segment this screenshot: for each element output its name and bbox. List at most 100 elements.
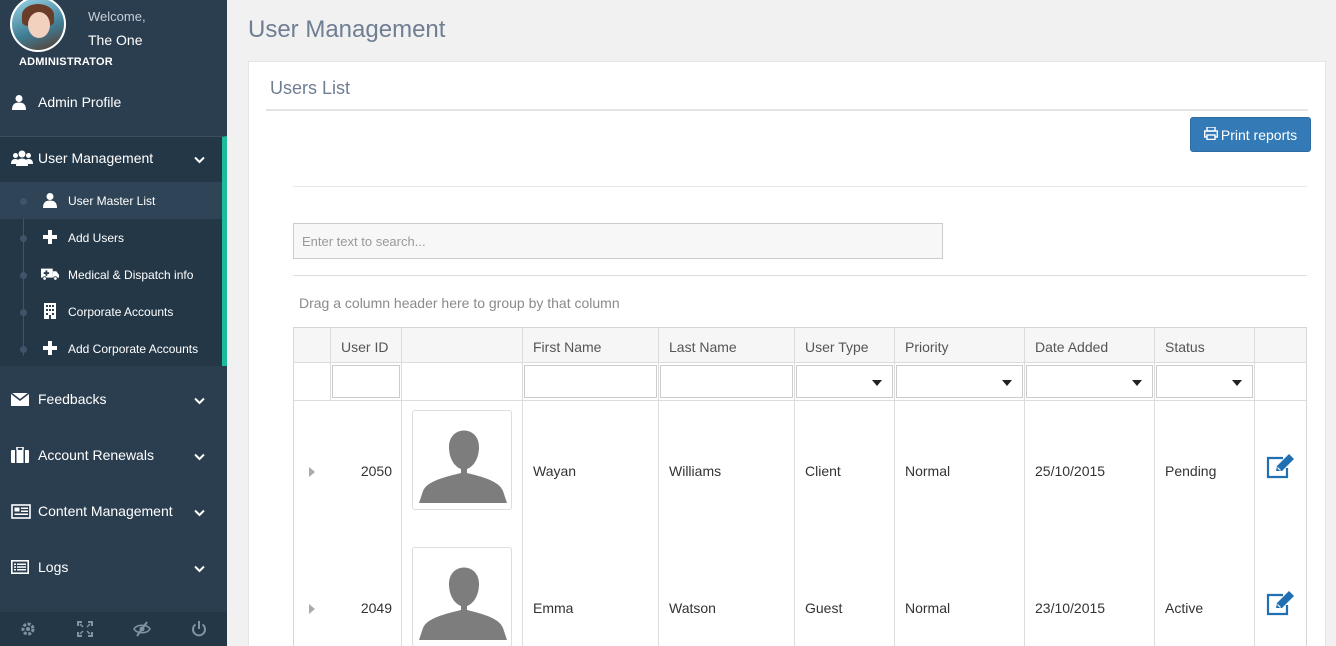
filter-status-select[interactable]: [1156, 365, 1253, 398]
cell-user-id: 2050: [360, 463, 392, 479]
bullet-dot: [20, 272, 27, 279]
avatar[interactable]: [10, 0, 66, 52]
users-icon: [0, 150, 38, 166]
print-reports-button[interactable]: Print reports: [1190, 117, 1311, 152]
envelope-icon: [0, 392, 38, 406]
caret-down-icon: [1232, 380, 1242, 386]
sidebar-footer: [0, 612, 227, 646]
column-header-first-name[interactable]: First Name: [533, 339, 601, 355]
group-panel-hint: Drag a column header here to group by th…: [299, 295, 620, 311]
user-name: The One: [88, 32, 143, 48]
expand-row-icon[interactable]: [309, 604, 315, 614]
sidebar-subitem-medical-dispatch[interactable]: Medical & Dispatch info: [0, 256, 222, 293]
filter-last-name-input[interactable]: [660, 365, 793, 398]
plus-icon: [41, 228, 59, 246]
sidebar-subitem-label: Add Users: [68, 231, 125, 245]
sidebar-subitem-label: Corporate Accounts: [68, 305, 174, 319]
user-icon: [41, 191, 59, 209]
fullscreen-icon[interactable]: [73, 617, 97, 641]
column-header-priority[interactable]: Priority: [905, 339, 949, 355]
cell-status: Active: [1165, 600, 1204, 616]
sidebar-subitem-label: Add Corporate Accounts: [68, 342, 199, 356]
filter-user-id-input[interactable]: [332, 365, 400, 398]
sidebar-item-label: Content Management: [38, 503, 173, 519]
chevron-down-icon: [194, 504, 205, 520]
bullet-dot: [20, 346, 27, 353]
filter-date-added-select[interactable]: [1026, 365, 1153, 398]
user-photo: [412, 547, 512, 646]
sidebar-subitem-add-corporate-accounts[interactable]: Add Corporate Accounts: [0, 330, 222, 367]
user-silhouette-icon: [419, 567, 507, 640]
sidebar-item-account-renewals[interactable]: Account Renewals: [0, 435, 227, 475]
chevron-down-icon: [194, 392, 205, 408]
divider: [266, 109, 1308, 111]
sidebar-subitem-user-master-list[interactable]: User Master List: [0, 182, 222, 219]
filter-priority-select[interactable]: [896, 365, 1023, 398]
caret-down-icon: [872, 380, 882, 386]
cell-date-added: 23/10/2015: [1035, 600, 1106, 616]
chevron-down-icon: [194, 448, 205, 464]
sidebar-item-user-management[interactable]: User Management: [0, 138, 227, 178]
plus-icon: [41, 339, 59, 357]
sidebar-item-label: Logs: [38, 559, 69, 575]
chevron-down-icon: [194, 151, 205, 167]
cell-last-name: Williams: [669, 463, 722, 479]
cell-priority: Normal: [905, 600, 951, 616]
sidebar-subitem-add-users[interactable]: Add Users: [0, 219, 222, 256]
column-header-user-id[interactable]: User ID: [341, 339, 388, 355]
user-photo: [412, 410, 512, 510]
users-grid: User ID First Name Last Name User Type P…: [293, 327, 1307, 646]
sidebar-item-feedbacks[interactable]: Feedbacks: [0, 379, 227, 419]
gear-icon[interactable]: [16, 617, 40, 641]
filter-user-type-select[interactable]: [796, 365, 893, 398]
user-role: ADMINISTRATOR: [19, 56, 113, 68]
edit-icon[interactable]: [1265, 591, 1295, 617]
sidebar-item-label: Admin Profile: [38, 94, 122, 110]
expand-row-icon[interactable]: [309, 467, 315, 477]
cell-status: Pending: [1165, 463, 1217, 479]
cell-first-name: Wayan: [533, 463, 577, 479]
column-header-date-added[interactable]: Date Added: [1035, 339, 1108, 355]
briefcase-icon: [0, 447, 38, 463]
cell-last-name: Watson: [669, 600, 716, 616]
newspaper-icon: [0, 503, 38, 519]
users-panel: Users List Print reports Drag a column h…: [248, 61, 1326, 646]
sidebar-item-admin-profile[interactable]: Admin Profile: [0, 82, 227, 122]
cell-date-added: 25/10/2015: [1035, 463, 1106, 479]
cell-priority: Normal: [905, 463, 951, 479]
profile-block: Welcome, The One ADMINISTRATOR: [0, 0, 227, 76]
bullet-dot: [20, 235, 27, 242]
caret-down-icon: [1002, 380, 1012, 386]
filter-first-name-input[interactable]: [524, 365, 657, 398]
column-header-last-name[interactable]: Last Name: [669, 339, 737, 355]
cell-first-name: Emma: [533, 600, 574, 616]
search-input[interactable]: [293, 223, 943, 259]
sidebar: Welcome, The One ADMINISTRATOR Admin Pro…: [0, 0, 227, 646]
sidebar-subitem-label: Medical & Dispatch info: [68, 268, 194, 282]
divider: [293, 275, 1307, 276]
page-title: User Management: [248, 16, 446, 43]
sidebar-item-logs[interactable]: Logs: [0, 547, 227, 587]
edit-icon[interactable]: [1265, 454, 1295, 480]
sidebar-item-label: Account Renewals: [38, 447, 154, 463]
user-icon: [0, 94, 38, 110]
sidebar-subitem-label: User Master List: [68, 194, 156, 208]
grid-header-row: User ID First Name Last Name User Type P…: [294, 328, 1306, 363]
column-header-status[interactable]: Status: [1165, 339, 1205, 355]
welcome-text: Welcome,: [88, 9, 146, 24]
eye-slash-icon[interactable]: [130, 617, 154, 641]
bullet-dot: [20, 198, 27, 205]
sidebar-subitem-corporate-accounts[interactable]: Corporate Accounts: [0, 293, 222, 330]
cell-user-id: 2049: [360, 600, 392, 616]
cell-user-type: Client: [805, 463, 841, 479]
column-header-user-type[interactable]: User Type: [805, 339, 869, 355]
sidebar-item-label: User Management: [38, 150, 154, 166]
panel-title: Users List: [270, 78, 351, 98]
sidebar-item-content-management[interactable]: Content Management: [0, 491, 227, 531]
power-icon[interactable]: [187, 617, 211, 641]
user-silhouette-icon: [419, 430, 507, 503]
bullet-dot: [20, 309, 27, 316]
table-row[interactable]: 2050 Wayan Williams Client Normal 25/10/…: [294, 402, 1306, 539]
caret-down-icon: [1132, 380, 1142, 386]
table-row[interactable]: 2049 Emma Watson Guest Normal 23/10/2015…: [294, 539, 1306, 646]
